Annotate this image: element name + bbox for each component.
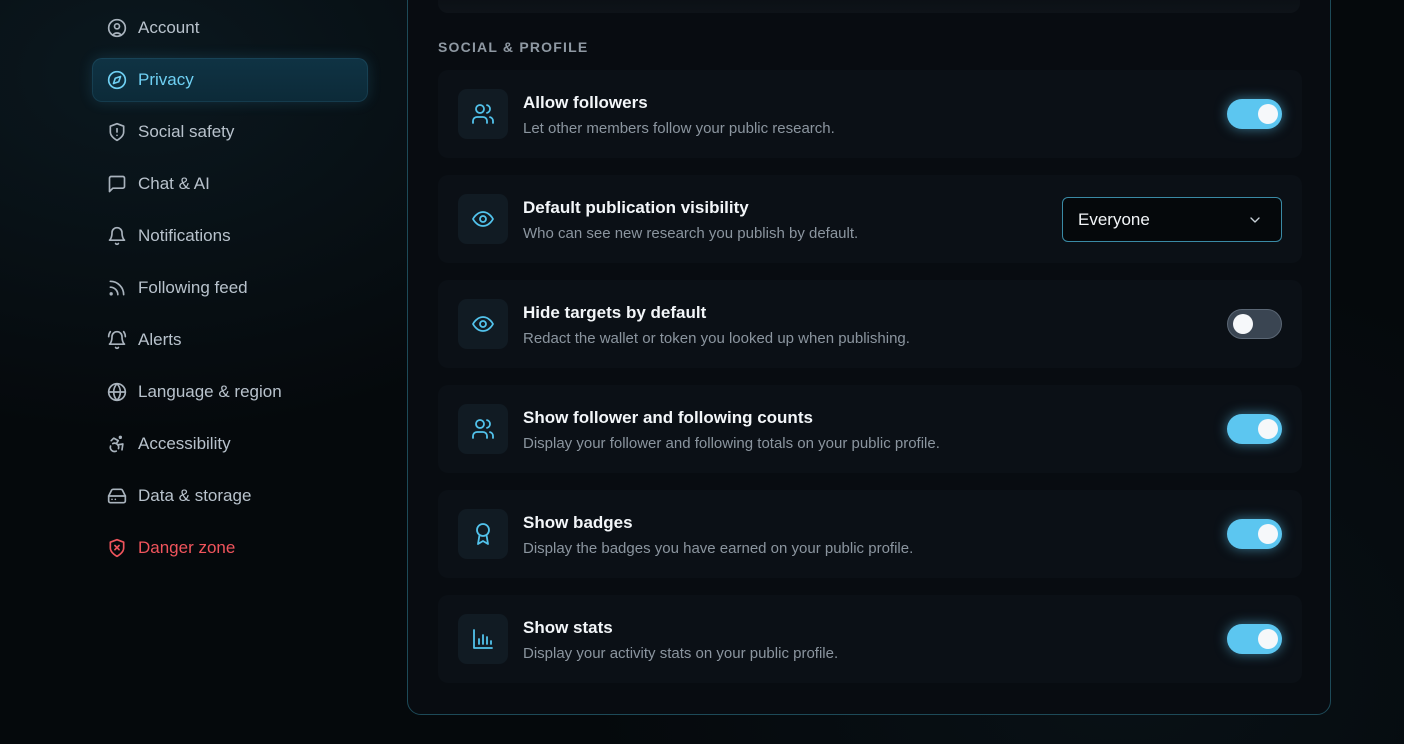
bell-icon — [107, 226, 127, 246]
toggle-knob — [1258, 104, 1278, 124]
sidebar-item-label: Notifications — [138, 226, 231, 245]
setting-title: Show stats — [523, 618, 613, 637]
award-icon — [458, 509, 508, 559]
sidebar-item-alerts[interactable]: Alerts — [92, 318, 368, 362]
settings-panel: SOCIAL & PROFILE Allow followers Let oth… — [407, 0, 1331, 715]
sidebar-item-danger-zone[interactable]: Danger zone — [92, 526, 368, 570]
sidebar-item-accessibility[interactable]: Accessibility — [92, 422, 368, 466]
sidebar-item-notifications[interactable]: Notifications — [92, 214, 368, 258]
allow-followers-toggle[interactable] — [1227, 99, 1282, 129]
user-circle-icon — [107, 18, 127, 38]
select-value: Everyone — [1078, 209, 1150, 229]
hard-drive-icon — [107, 486, 127, 506]
hide-targets-toggle[interactable] — [1227, 309, 1282, 339]
shield-x-icon — [107, 538, 127, 558]
globe-icon — [107, 382, 127, 402]
setting-description: Who can see new research you publish by … — [523, 225, 859, 242]
accessibility-icon — [107, 434, 127, 454]
setting-title: Default publication visibility — [523, 198, 749, 217]
sidebar-item-data-storage[interactable]: Data & storage — [92, 474, 368, 518]
setting-description: Display your follower and following tota… — [523, 435, 940, 452]
sidebar-item-label: Privacy — [138, 70, 194, 89]
toggle-knob — [1258, 629, 1278, 649]
toggle-knob — [1258, 524, 1278, 544]
show-badges-toggle[interactable] — [1227, 519, 1282, 549]
setting-row-show-badges: Show badges Display the badges you have … — [438, 490, 1302, 578]
sidebar-item-label: Accessibility — [138, 434, 231, 453]
sidebar-item-chat-ai[interactable]: Chat & AI — [92, 162, 368, 206]
setting-description: Display your activity stats on your publ… — [523, 645, 839, 662]
users-icon — [458, 404, 508, 454]
sidebar-item-label: Chat & AI — [138, 174, 210, 193]
settings-sidebar: Account Privacy Social safety Chat & AI … — [92, 6, 368, 578]
users-icon — [458, 89, 508, 139]
previous-section-edge — [438, 0, 1300, 13]
setting-description: Display the badges you have earned on yo… — [523, 540, 914, 557]
setting-title: Show follower and following counts — [523, 408, 813, 427]
section-title: SOCIAL & PROFILE — [438, 39, 589, 55]
show-counts-toggle[interactable] — [1227, 414, 1282, 444]
show-stats-toggle[interactable] — [1227, 624, 1282, 654]
chevron-down-icon — [1247, 212, 1263, 233]
sidebar-item-label: Alerts — [138, 330, 182, 349]
sidebar-item-label: Social safety — [138, 122, 235, 141]
setting-description: Redact the wallet or token you looked up… — [523, 330, 910, 347]
sidebar-item-privacy[interactable]: Privacy — [92, 58, 368, 102]
setting-title: Allow followers — [523, 93, 648, 112]
bar-chart-icon — [458, 614, 508, 664]
sidebar-item-label: Language & region — [138, 382, 282, 401]
compass-icon — [107, 70, 127, 90]
sidebar-item-social-safety[interactable]: Social safety — [92, 110, 368, 154]
sidebar-item-account[interactable]: Account — [92, 6, 368, 50]
rss-icon — [107, 278, 127, 298]
eye-icon — [458, 194, 508, 244]
setting-title: Show badges — [523, 513, 633, 532]
setting-row-show-follower-counts: Show follower and following counts Displ… — [438, 385, 1302, 473]
chat-bubble-icon — [107, 174, 127, 194]
sidebar-item-label: Following feed — [138, 278, 248, 297]
sidebar-item-language-region[interactable]: Language & region — [92, 370, 368, 414]
sidebar-item-label: Danger zone — [138, 538, 236, 557]
shield-alert-icon — [107, 122, 127, 142]
toggle-knob — [1258, 419, 1278, 439]
setting-row-default-publication-visibility: Default publication visibility Who can s… — [438, 175, 1302, 263]
setting-row-hide-targets: Hide targets by default Redact the walle… — [438, 280, 1302, 368]
setting-title: Hide targets by default — [523, 303, 707, 322]
toggle-knob — [1233, 314, 1253, 334]
sidebar-item-label: Data & storage — [138, 486, 252, 505]
eye-icon — [458, 299, 508, 349]
visibility-select[interactable]: Everyone — [1062, 197, 1282, 242]
setting-row-show-stats: Show stats Display your activity stats o… — [438, 595, 1302, 683]
bell-ring-icon — [107, 330, 127, 350]
sidebar-item-following-feed[interactable]: Following feed — [92, 266, 368, 310]
sidebar-item-label: Account — [138, 18, 200, 37]
setting-row-allow-followers: Allow followers Let other members follow… — [438, 70, 1302, 158]
setting-description: Let other members follow your public res… — [523, 120, 835, 137]
